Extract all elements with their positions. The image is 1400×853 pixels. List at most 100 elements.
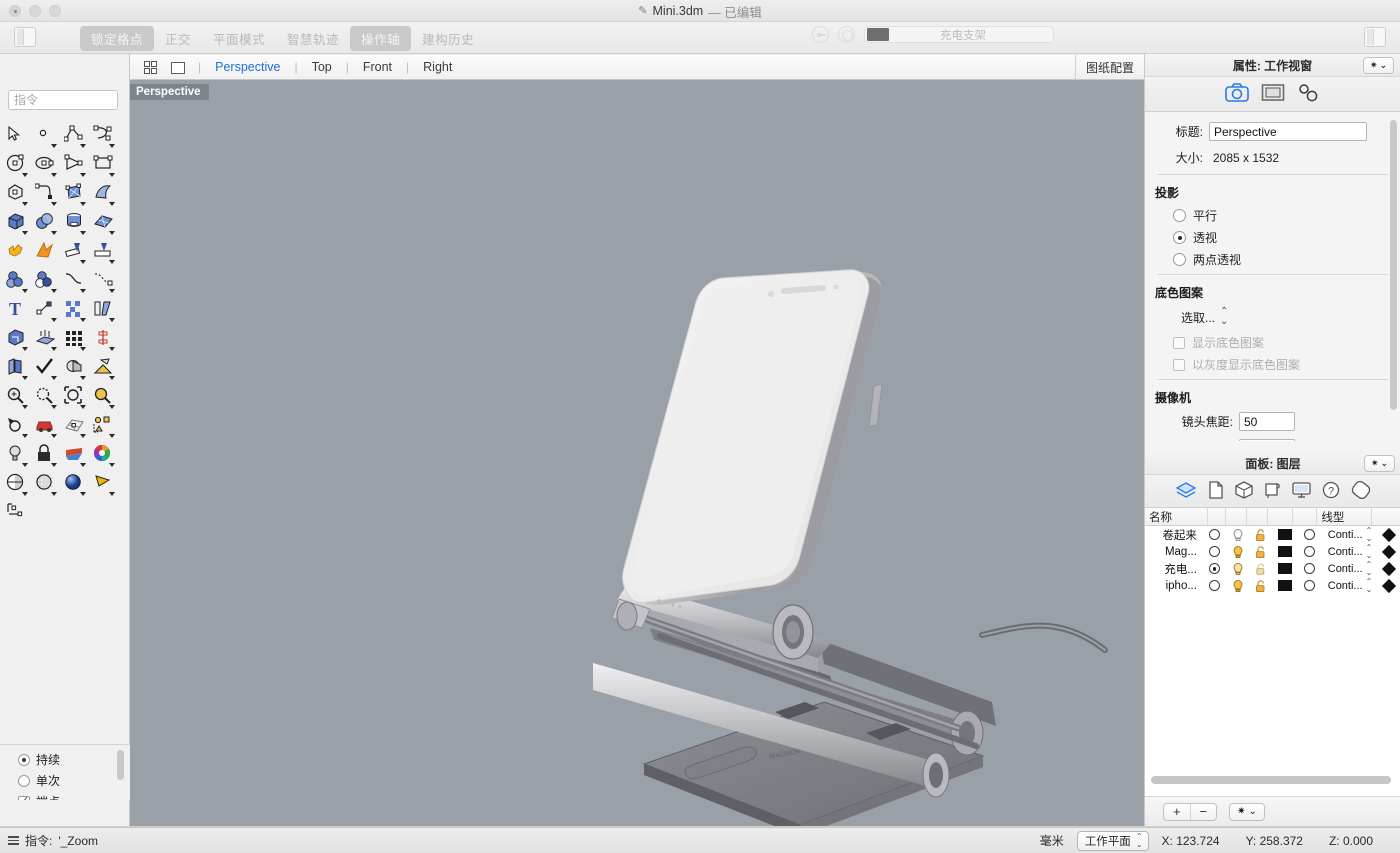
tab-right[interactable]: Right	[415, 58, 460, 76]
array-icon[interactable]	[60, 296, 89, 325]
color-wheel-icon[interactable]	[89, 441, 118, 470]
projection-parallel-row[interactable]: 平行	[1145, 207, 1400, 224]
table-row[interactable]: Mag... Conti... ⌃⌄	[1145, 543, 1400, 560]
tab-front[interactable]: Front	[355, 58, 400, 76]
option-endpoint[interactable]: 端点	[18, 793, 130, 800]
column-header-name[interactable]: 名称	[1145, 508, 1208, 525]
help-icon[interactable]: ?	[1322, 481, 1340, 502]
curve-from-points-icon[interactable]	[89, 267, 118, 296]
linetype-stepper-icon[interactable]: ⌃⌄	[1366, 561, 1373, 577]
named-view-icon[interactable]	[31, 412, 60, 441]
lock-icon[interactable]	[31, 441, 60, 470]
layer-visibility-toggle[interactable]	[1226, 562, 1249, 576]
option-persistent[interactable]: 持续	[18, 751, 130, 768]
layer-current-toggle[interactable]	[1209, 546, 1220, 557]
project-icon[interactable]	[60, 354, 89, 383]
column-header-color[interactable]	[1268, 508, 1293, 525]
layer-visibility-toggle[interactable]	[1226, 528, 1249, 542]
layer-linetype[interactable]: Conti...	[1328, 546, 1363, 558]
layer-color-swatch[interactable]	[1278, 563, 1292, 574]
draft-angle-icon[interactable]	[89, 354, 118, 383]
linetype-stepper-icon[interactable]: ⌃⌄	[1366, 544, 1373, 560]
bandage-icon[interactable]	[1351, 481, 1371, 502]
page-icon[interactable]	[1208, 481, 1224, 502]
layer-color-swatch[interactable]	[1278, 546, 1292, 557]
layer-linetype[interactable]: Conti...	[1328, 529, 1363, 541]
radio-perspective[interactable]	[1173, 231, 1186, 244]
render-cone-icon[interactable]	[89, 470, 118, 499]
single-view-layout-button[interactable]	[168, 58, 188, 76]
object-icon[interactable]	[1235, 481, 1253, 502]
check-object-icon[interactable]	[31, 354, 60, 383]
column-header-linetype[interactable]: 线型	[1317, 508, 1372, 525]
curve-icon[interactable]	[89, 122, 118, 151]
offset-surface-icon[interactable]	[31, 325, 60, 354]
fillet-curve-icon[interactable]	[31, 180, 60, 209]
add-remove-layer-buttons[interactable]: + −	[1163, 803, 1217, 821]
option-once[interactable]: 单次	[18, 772, 130, 789]
polygon-icon[interactable]	[2, 180, 31, 209]
mirror-icon[interactable]	[89, 296, 118, 325]
layer-material-button[interactable]	[1304, 546, 1315, 557]
four-view-layout-button[interactable]	[140, 58, 160, 76]
table-row[interactable]: ipho... Conti... ⌃⌄	[1145, 577, 1400, 594]
layer-name[interactable]: Mag...	[1145, 546, 1203, 558]
layer-print-width[interactable]	[1382, 578, 1396, 592]
toggle-right-panel-button[interactable]	[1364, 27, 1386, 47]
linetype-stepper-icon[interactable]: ⌃⌄	[1366, 578, 1373, 594]
rectangle-icon[interactable]	[89, 151, 118, 180]
checkbox-endpoint[interactable]	[18, 796, 30, 801]
toggle-left-panel-button[interactable]	[14, 27, 36, 47]
properties-options-button[interactable]: ✷ ⌄	[1363, 57, 1394, 74]
wallpaper-gray-row[interactable]: 以灰度显示底色图案	[1145, 356, 1400, 373]
command-line-value[interactable]: '_Zoom	[58, 834, 98, 848]
wallpaper-show-row[interactable]: 显示底色图案	[1145, 334, 1400, 351]
unroll-surface-icon[interactable]	[2, 354, 31, 383]
zoom-icon[interactable]	[2, 383, 31, 412]
table-row[interactable]: 卷起来 Conti... ⌃⌄	[1145, 526, 1400, 543]
scale-icon[interactable]	[89, 325, 118, 354]
named-view-panel-icon[interactable]	[1264, 481, 1281, 502]
column-header-locked[interactable]	[1247, 508, 1268, 525]
layers-settings-button[interactable]: ✷ ⌄	[1229, 803, 1265, 821]
perspective-viewport[interactable]: Perspective	[130, 80, 1144, 828]
layers-options-button[interactable]: ✷ ⌄	[1364, 455, 1395, 472]
chevron-updown-icon[interactable]: ⌃⌄	[1220, 307, 1228, 327]
box-icon[interactable]	[2, 209, 31, 238]
extrude-icon[interactable]	[2, 325, 31, 354]
light-icon[interactable]	[2, 441, 31, 470]
toggle-planar[interactable]: 平面模式	[202, 26, 276, 51]
zoom-extents-icon[interactable]	[60, 383, 89, 412]
layer-state-icon[interactable]	[838, 26, 855, 43]
column-header-current[interactable]	[1208, 508, 1226, 525]
menu-icon[interactable]	[8, 836, 19, 845]
layer-visibility-toggle[interactable]	[1226, 579, 1249, 593]
radio-persistent[interactable]	[18, 754, 30, 766]
layer-color-swatch[interactable]	[1278, 580, 1292, 591]
toggle-ortho[interactable]: 正交	[154, 26, 202, 51]
layer-name[interactable]: 卷起来	[1145, 527, 1203, 543]
layout-config-button[interactable]: 图纸配置	[1075, 55, 1144, 79]
layer-lock-toggle[interactable]	[1249, 579, 1272, 593]
layer-name[interactable]: 充电...	[1145, 561, 1203, 577]
layer-lock-toggle[interactable]	[1249, 545, 1272, 559]
render-icon[interactable]	[60, 441, 89, 470]
layer-lock-toggle[interactable]	[1249, 528, 1272, 542]
arc-icon[interactable]	[60, 151, 89, 180]
dimension-icon[interactable]	[2, 499, 31, 528]
toggle-grid-snap[interactable]: 锁定格点	[80, 26, 154, 51]
ghosted-icon[interactable]	[31, 470, 60, 499]
link-icon[interactable]	[1297, 83, 1321, 105]
toggle-history[interactable]: 建构历史	[411, 26, 485, 51]
wallpaper-select-row[interactable]: 选取... ⌃⌄	[1145, 307, 1400, 327]
column-header-visible[interactable]	[1226, 508, 1247, 525]
cplane-dropdown[interactable]: 工作平面 ⌃⌄	[1077, 831, 1149, 851]
layer-print-width[interactable]	[1382, 527, 1396, 541]
undo-view-icon[interactable]	[2, 412, 31, 441]
point-icon[interactable]	[31, 122, 60, 151]
toggle-smart-track[interactable]: 智慧轨迹	[276, 26, 350, 51]
toggle-gumball[interactable]: 操作轴	[350, 26, 411, 51]
grid-plane-icon[interactable]	[60, 412, 89, 441]
properties-scrollbar[interactable]	[1390, 120, 1397, 410]
layer-material-button[interactable]	[1304, 529, 1315, 540]
